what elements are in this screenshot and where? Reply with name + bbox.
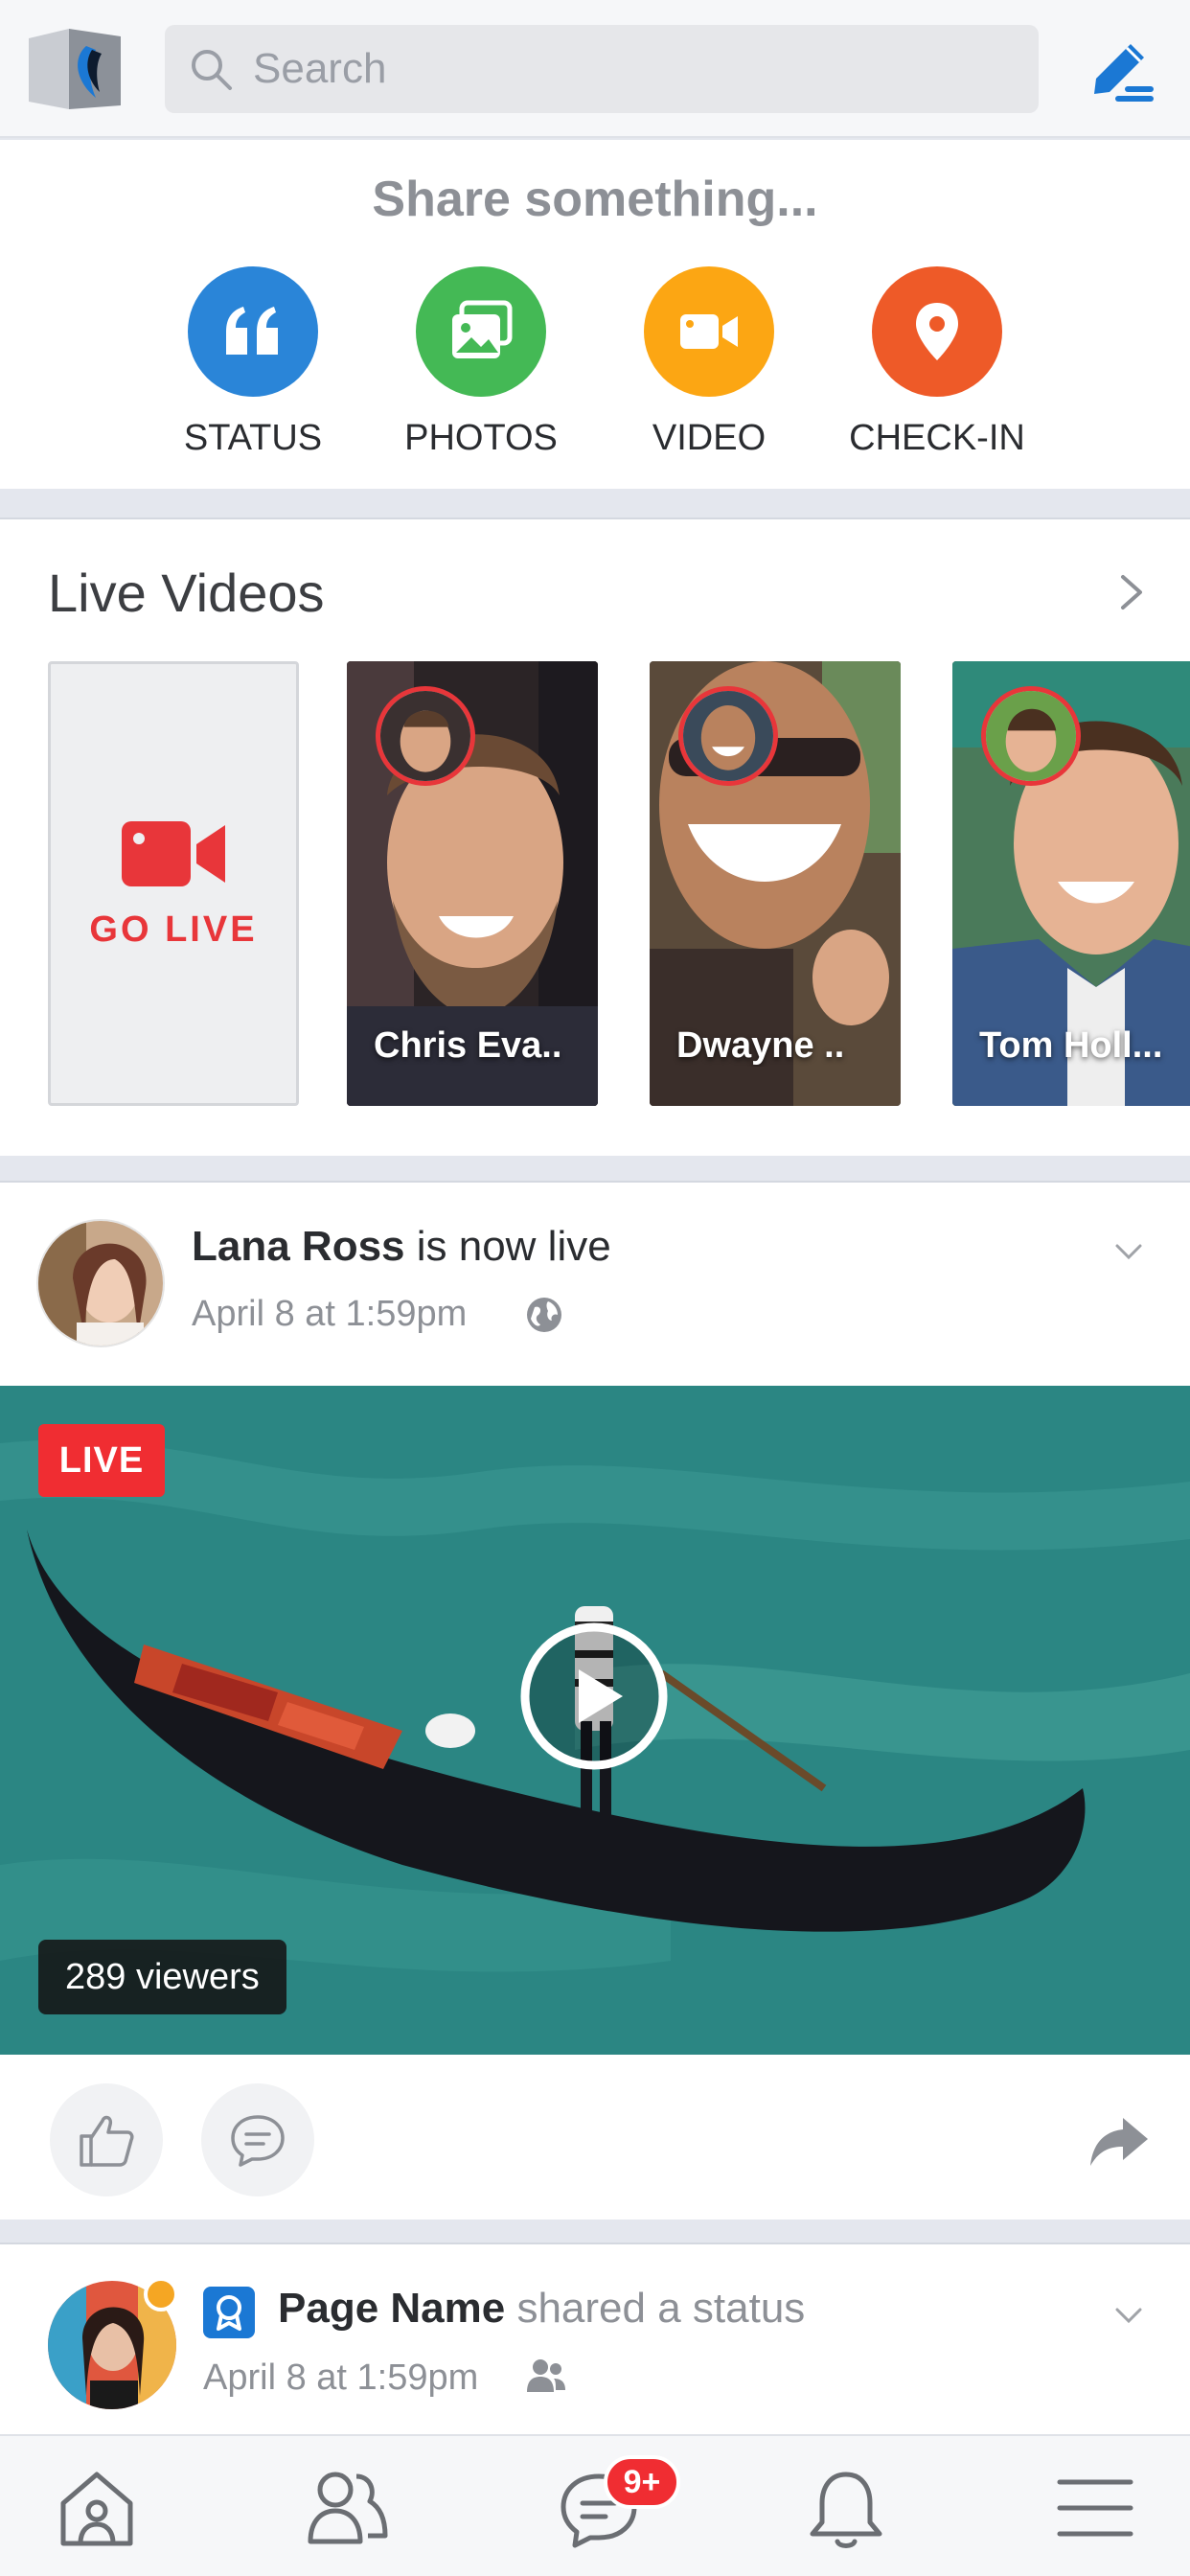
video-camera-icon	[122, 821, 225, 886]
top-bar: Search	[0, 0, 1190, 138]
feed-post-status: Page Name shared a status April 8 at 1:5…	[0, 2242, 1190, 2434]
live-video-card[interactable]: Chris Eva..	[347, 661, 598, 1106]
menu-icon	[1057, 2479, 1133, 2537]
thumbs-up-icon	[80, 2115, 134, 2167]
share-title: Share something...	[372, 172, 818, 227]
live-user-avatar	[376, 686, 475, 786]
notifications-icon	[810, 2472, 882, 2548]
go-live-label: GO LIVE	[89, 909, 258, 950]
live-video-player[interactable]: LIVE 289 viewers	[0, 1386, 1190, 2055]
live-user-name: Dwayne ..	[676, 1025, 845, 1066]
post-author[interactable]: Lana Ross	[192, 1223, 405, 1270]
globe-icon	[527, 1298, 561, 1332]
live-user-avatar	[678, 686, 778, 786]
live-user-name: Tom Holl...	[979, 1025, 1163, 1066]
photos-circle	[416, 266, 546, 397]
friends-icon	[527, 2359, 565, 2392]
share-photos-button[interactable]: PHOTOS	[385, 266, 577, 468]
share-panel: Share something... STATUS PHOTOS VIDEO C…	[0, 140, 1190, 489]
post-author[interactable]: Page Name	[278, 2285, 505, 2332]
tab-friends[interactable]	[303, 2465, 389, 2551]
live-user-name: Chris Eva..	[374, 1025, 562, 1066]
share-arrow-icon[interactable]	[1088, 2110, 1150, 2172]
friends-icon	[308, 2472, 388, 2544]
post-action: is now live	[404, 1223, 611, 1270]
chevron-down-icon[interactable]	[1111, 1234, 1146, 1269]
checkin-circle	[872, 266, 1002, 397]
home-icon	[60, 2472, 133, 2546]
play-icon[interactable]	[517, 1620, 671, 1773]
live-videos-section: Live Videos GO LIVE Chris Eva.. Dwayne .…	[0, 518, 1190, 1156]
post-timestamp: April 8 at 1:59pm	[203, 2358, 479, 2398]
video-camera-icon	[680, 314, 738, 349]
comment-button[interactable]	[201, 2083, 314, 2196]
live-badge: LIVE	[38, 1424, 165, 1497]
live-video-card[interactable]: Tom Holl...	[952, 661, 1190, 1106]
tab-menu[interactable]	[1052, 2465, 1138, 2551]
share-checkin-label: CHECK-IN	[849, 418, 1025, 458]
status-circle	[188, 266, 318, 397]
location-pin-icon	[916, 303, 958, 360]
photos-icon	[452, 300, 513, 358]
feed-post-live: Lana Ross is now live April 8 at 1:59pm …	[0, 1181, 1190, 2220]
tab-home[interactable]	[54, 2465, 140, 2551]
share-photos-label: PHOTOS	[404, 418, 558, 458]
verified-badge-icon	[144, 2277, 178, 2312]
share-checkin-button[interactable]: CHECK-IN	[841, 266, 1033, 468]
go-live-card[interactable]: GO LIVE	[48, 661, 299, 1106]
app-logo[interactable]	[25, 25, 126, 113]
search-icon	[192, 50, 232, 90]
share-video-label: VIDEO	[652, 418, 767, 458]
search-input[interactable]: Search	[165, 25, 1039, 113]
post-timestamp: April 8 at 1:59pm	[192, 1294, 468, 1334]
quote-icon	[226, 307, 278, 355]
post-action: shared a status	[505, 2285, 806, 2332]
bottom-tab-bar: 9+	[0, 2434, 1190, 2576]
search-placeholder: Search	[253, 45, 387, 92]
like-button[interactable]	[50, 2083, 163, 2196]
share-video-button[interactable]: VIDEO	[613, 266, 805, 468]
avatar[interactable]	[36, 1219, 165, 1347]
messages-badge: 9+	[604, 2455, 680, 2509]
viewer-count: 289 viewers	[38, 1940, 286, 2014]
live-videos-title: Live Videos	[48, 563, 325, 623]
chevron-down-icon[interactable]	[1111, 2298, 1146, 2333]
chevron-right-icon[interactable]	[1111, 573, 1150, 611]
share-status-label: STATUS	[183, 418, 323, 458]
share-status-button[interactable]: STATUS	[157, 266, 349, 468]
live-video-card[interactable]: Dwayne ..	[650, 661, 901, 1106]
post-title: Page Name shared a status	[278, 2285, 805, 2333]
page-icon	[203, 2287, 255, 2338]
compose-icon[interactable]	[1083, 33, 1156, 105]
video-circle	[644, 266, 774, 397]
live-user-avatar	[981, 686, 1081, 786]
post-title: Lana Ross is now live	[192, 1223, 611, 1271]
comment-icon	[231, 2115, 285, 2167]
tab-notifications[interactable]	[803, 2465, 889, 2551]
